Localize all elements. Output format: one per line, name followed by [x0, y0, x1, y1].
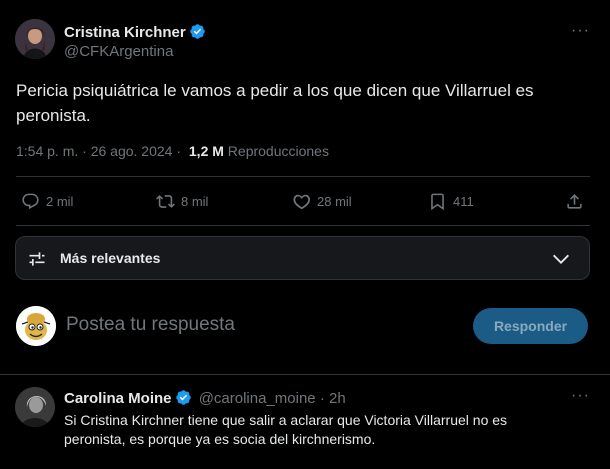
- like-count: 28 mil: [317, 194, 352, 209]
- user-avatar[interactable]: [16, 306, 56, 346]
- verified-badge-icon: [189, 24, 205, 39]
- tweet-text-line1: Pericia psiquiátrica le vamos a pedir a …: [16, 81, 534, 100]
- reply-time[interactable]: · 2h: [320, 390, 346, 407]
- reply-author-handle[interactable]: @carolina_moine: [199, 390, 316, 407]
- chevron-down-icon: [553, 254, 569, 264]
- reply-input[interactable]: Postea tu respuesta: [66, 314, 446, 340]
- author-name-text[interactable]: Cristina Kirchner: [64, 24, 186, 41]
- views-count: 1,2 M: [188, 143, 224, 159]
- bookmark-icon: [431, 193, 444, 211]
- retweet-count: 8 mil: [181, 194, 209, 209]
- retweet-action[interactable]: 8 mil: [156, 192, 208, 211]
- author-avatar[interactable]: [15, 19, 55, 59]
- reply-icon: [22, 193, 39, 210]
- tweet-timestamp[interactable]: 1:54 p. m. · 26 ago. 2024 ·: [16, 143, 181, 159]
- author-handle[interactable]: @CFKArgentina: [64, 43, 173, 60]
- views-label: Reproducciones: [227, 143, 329, 159]
- sliders-icon: [29, 252, 45, 266]
- share-action[interactable]: [565, 192, 584, 211]
- more-options-icon[interactable]: ···: [571, 22, 590, 40]
- reply-header: Carolina Moine @carolina_moine · 2h: [64, 389, 346, 407]
- bookmark-action[interactable]: 411: [428, 192, 474, 211]
- reply-author-name[interactable]: Carolina Moine: [64, 390, 172, 407]
- reply-button[interactable]: Responder: [473, 308, 588, 344]
- divider-middle: [16, 225, 590, 226]
- reply-text-line2: peronista, es porque ya es socia del kir…: [64, 431, 376, 447]
- tweet-meta: 1:54 p. m. · 26 ago. 2024 · 1,2 M Reprod…: [16, 143, 329, 159]
- reply-author-avatar[interactable]: [15, 387, 55, 427]
- tweet-text-line2: peronista.: [16, 106, 91, 125]
- sort-label: Más relevantes: [60, 250, 161, 266]
- heart-icon: [293, 194, 311, 210]
- share-icon: [567, 194, 582, 209]
- bookmark-count: 411: [453, 194, 474, 209]
- reply-action[interactable]: 2 mil: [21, 192, 73, 211]
- verified-badge-icon: [175, 390, 191, 405]
- reply-more-options-icon[interactable]: ···: [571, 387, 590, 405]
- sort-dropdown[interactable]: Más relevantes: [15, 236, 590, 280]
- reply-text: Si Cristina Kirchner tiene que salir a a…: [64, 411, 507, 449]
- like-action[interactable]: 28 mil: [292, 192, 352, 211]
- tweet-text: Pericia psiquiátrica le vamos a pedir a …: [16, 78, 534, 128]
- divider-top: [16, 176, 590, 177]
- author-name[interactable]: Cristina Kirchner: [64, 23, 206, 41]
- retweet-icon: [156, 195, 175, 208]
- reply-text-line1: Si Cristina Kirchner tiene que salir a a…: [64, 412, 508, 428]
- divider-bottom: [0, 374, 610, 375]
- reply-count: 2 mil: [46, 194, 74, 209]
